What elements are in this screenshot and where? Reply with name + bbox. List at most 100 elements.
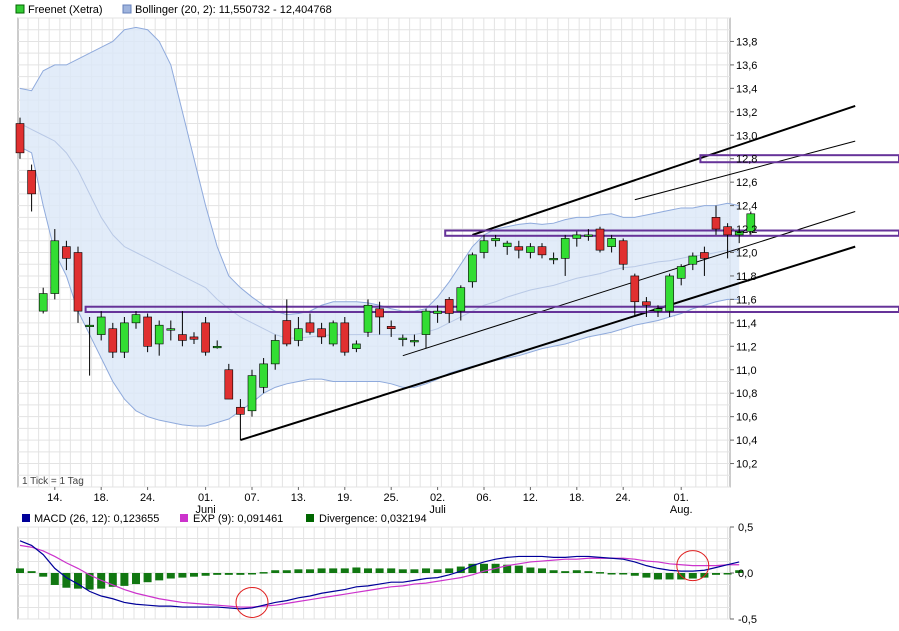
candle-body: [131, 314, 141, 324]
divergence-bar: [596, 572, 604, 574]
candle-body: [166, 328, 176, 331]
macd-y-tick-label: -0,5: [738, 614, 757, 626]
x-tick-label: 01.: [674, 492, 689, 504]
candle-body: [143, 316, 152, 347]
y-tick-label: 12,6: [736, 177, 757, 189]
divergence-bar: [213, 573, 222, 575]
divergence-bar: [306, 569, 314, 573]
candle-body: [108, 328, 118, 353]
candle-body: [85, 324, 94, 327]
divergence-bar: [665, 573, 674, 580]
y-tick-label: 11,8: [736, 271, 757, 283]
y-tick-label: 11,2: [736, 341, 757, 353]
divergence-bar: [236, 573, 245, 575]
divergence-bar: [39, 573, 48, 577]
candle-body: [676, 266, 686, 279]
legend-label-bollinger: Bollinger (20, 2): 11,550732 - 12,404768: [135, 4, 332, 16]
y-tick-label: 13,8: [736, 36, 757, 48]
divergence-bar: [340, 568, 349, 573]
candle-body: [363, 304, 373, 333]
candle-body: [96, 316, 106, 335]
macd-y-tick-label: 0,0: [738, 568, 753, 580]
candle-body: [282, 320, 292, 345]
candle-body: [723, 226, 732, 236]
x-tick-label: 14.: [47, 492, 62, 504]
candle-body: [294, 328, 303, 341]
candle-body: [27, 170, 36, 195]
x-tick-label: 02.: [430, 492, 445, 504]
candle-body: [120, 322, 129, 353]
y-tick-label: 10,6: [736, 412, 757, 424]
candle-body: [62, 246, 71, 259]
candle-body: [479, 240, 489, 253]
y-tick-label: 13,6: [736, 60, 757, 72]
macd-legend: MACD (26, 12): 0,123655 EXP (9): 0,09146…: [22, 513, 427, 525]
legend-label-price: Freenet (Xetra): [28, 4, 103, 16]
macd-chart: 0,5 0,0 -0,5: [16, 522, 757, 626]
y-tick-label: 12,0: [736, 248, 757, 260]
divergence-bar: [433, 569, 442, 573]
divergence-bar: [178, 573, 187, 578]
legend-label-exp: EXP (9): 0,091461: [193, 513, 283, 525]
candle-body: [15, 123, 25, 154]
candle-body: [456, 287, 466, 312]
legend-label-divergence: Divergence: 0,032194: [319, 513, 427, 525]
divergence-bar: [712, 573, 720, 575]
divergence-bar: [549, 570, 558, 573]
divergence-bar: [248, 573, 256, 575]
main-legend: Freenet (Xetra) Bollinger (20, 2): 11,55…: [15, 4, 332, 16]
y-tick-label: 11,6: [736, 294, 757, 306]
divergence-bar: [294, 569, 303, 573]
divergence-bar: [422, 568, 430, 573]
divergence-bar: [352, 567, 361, 573]
legend-label-macd: MACD (26, 12): 0,123655: [34, 513, 159, 525]
x-tick-label: 19.: [337, 492, 352, 504]
y-tick-label: 10,8: [736, 388, 757, 400]
divergence-bar: [688, 573, 697, 579]
y-tick-label: 10,2: [736, 459, 757, 471]
x-tick-label: 24.: [616, 492, 631, 504]
legend-swatch-exp: [180, 514, 188, 522]
candle-body: [421, 310, 431, 335]
legend-swatch-price: [15, 4, 25, 14]
divergence-bar: [642, 573, 651, 578]
x-tick-label: 18.: [569, 492, 584, 504]
candle-body: [491, 238, 500, 242]
candle-body: [317, 328, 326, 338]
candle-body: [73, 252, 83, 312]
divergence-bar: [387, 568, 396, 573]
y-tick-label: 11,0: [736, 365, 757, 377]
divergence-bar: [224, 573, 233, 575]
candle-body: [328, 322, 338, 345]
divergence-bar: [155, 573, 164, 581]
divergence-bar: [143, 573, 152, 583]
divergence-bar: [572, 570, 581, 573]
divergence-bar: [364, 568, 372, 573]
x-tick-label: 13.: [291, 492, 306, 504]
price-chart: 13,8 13,6 13,4 13,2 13,0 12,8 12,6 12,4 12,2 12,0…: [15, 17, 899, 516]
candle-body: [50, 240, 60, 294]
candle-body: [386, 326, 396, 330]
candle-body: [688, 255, 698, 265]
candle-body: [630, 275, 640, 303]
candle-body: [444, 299, 454, 314]
candle-body: [201, 322, 210, 353]
candle-body: [375, 308, 384, 318]
candle-body: [502, 242, 512, 247]
legend-swatch-macd: [22, 514, 30, 522]
divergence-bar: [132, 573, 140, 585]
divergence-bar: [654, 573, 662, 580]
x-tick-label: 07.: [244, 492, 259, 504]
divergence-bar: [282, 570, 291, 573]
candle-body: [642, 301, 651, 306]
y-tick-label: 12,4: [736, 201, 757, 213]
divergence-bar: [166, 573, 175, 579]
candle-body: [247, 375, 257, 412]
tick-note: 1 Tick = 1 Tag: [22, 476, 84, 487]
candle-body: [212, 345, 222, 349]
legend-swatch-divergence: [306, 514, 314, 522]
candle-body: [154, 324, 164, 345]
price-x-axis: 14. 18. 24. 01. 07. 13. 19. 25. 02. 06. 12. 18. 24. 0…: [47, 487, 693, 516]
candle-body: [537, 246, 547, 256]
x-tick-label: 18.: [94, 492, 109, 504]
